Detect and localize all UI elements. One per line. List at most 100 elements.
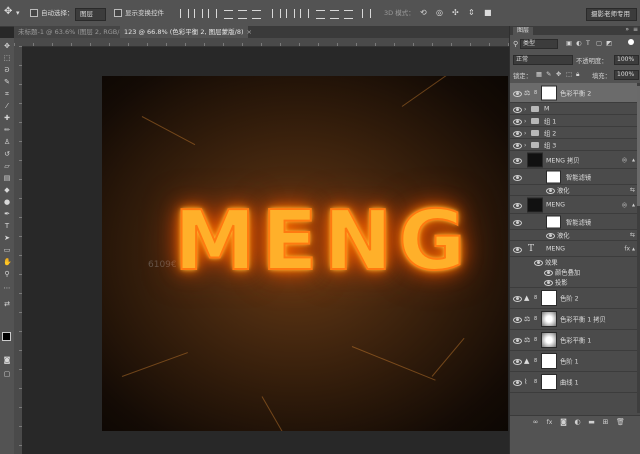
- move-tool-icon[interactable]: ✥: [4, 6, 12, 17]
- layer-row[interactable]: ▲ 8 色阶 1: [510, 351, 640, 372]
- quick-mask-icon[interactable]: ◙: [3, 356, 11, 364]
- layer-mask-thumbnail[interactable]: [541, 311, 557, 327]
- fill-field[interactable]: 100%: [614, 70, 639, 80]
- filter-pixel-icon[interactable]: ▣: [566, 40, 572, 47]
- hand-tool-icon[interactable]: ✋: [3, 258, 12, 266]
- collapse-arrow-icon[interactable]: ▴: [632, 156, 635, 163]
- visibility-eye-icon[interactable]: [513, 338, 522, 344]
- align-hcenter-icon[interactable]: [238, 10, 247, 19]
- filter-adjust-icon[interactable]: ◐: [576, 40, 582, 47]
- layer-row[interactable]: ⌇ 8 曲线 1: [510, 372, 640, 393]
- screen-mode-icon[interactable]: ▢: [3, 370, 11, 378]
- distribute-top-icon[interactable]: [272, 9, 281, 18]
- panel-title[interactable]: 图层: [513, 27, 534, 35]
- layer-row[interactable]: MENG ◎ ▴: [510, 196, 640, 214]
- lock-pixels-icon[interactable]: ▦: [536, 71, 542, 78]
- align-top-icon[interactable]: [180, 9, 189, 18]
- distribute-vcenter-icon[interactable]: [286, 9, 295, 18]
- layer-mask-thumbnail[interactable]: [541, 290, 557, 306]
- vertical-ruler[interactable]: [14, 46, 22, 454]
- effects-row[interactable]: 效果: [510, 257, 640, 267]
- visibility-eye-icon[interactable]: [513, 106, 522, 113]
- layer-mask-thumbnail[interactable]: [541, 332, 557, 348]
- layer-row[interactable]: ⚖ 8 色彩平衡 1 拷贝: [510, 309, 640, 330]
- filter-options-icon[interactable]: ⇆: [630, 232, 635, 239]
- distribute-right-icon[interactable]: [344, 10, 353, 19]
- pen-tool-icon[interactable]: ✒: [3, 210, 11, 218]
- layer-mask-thumbnail[interactable]: [541, 374, 557, 390]
- visibility-eye-icon[interactable]: [513, 157, 522, 164]
- visibility-eye-icon[interactable]: [513, 296, 522, 302]
- folder-icon[interactable]: ▬: [588, 419, 595, 426]
- effect-item-row[interactable]: 投影: [510, 277, 640, 288]
- align-left-icon[interactable]: [224, 10, 233, 19]
- visibility-eye-icon[interactable]: [513, 317, 522, 323]
- document-canvas[interactable]: 6109€ MENG: [102, 76, 508, 431]
- distribute-bottom-icon[interactable]: [300, 9, 309, 18]
- eraser-tool-icon[interactable]: ▱: [3, 162, 11, 170]
- visibility-eye-icon[interactable]: [544, 270, 553, 276]
- stamp-tool-icon[interactable]: ♙: [3, 138, 11, 146]
- layer-row[interactable]: T MENG fx ▴: [510, 241, 640, 257]
- collapse-arrow-icon[interactable]: ▴: [632, 201, 635, 208]
- foreground-color-swatch[interactable]: [2, 332, 11, 341]
- auto-align-icon[interactable]: [362, 9, 371, 18]
- lasso-tool-icon[interactable]: ᘐ: [3, 66, 11, 74]
- filter-kind-select[interactable]: 类型: [520, 39, 558, 49]
- quick-select-tool-icon[interactable]: ✎: [3, 78, 11, 86]
- adjustment-icon[interactable]: ◐: [574, 419, 581, 426]
- history-brush-tool-icon[interactable]: ↺: [3, 150, 11, 158]
- layer-group-row[interactable]: › 组 1: [510, 115, 640, 127]
- 3d-rotate-icon[interactable]: ⟲: [420, 7, 427, 18]
- layer-row[interactable]: ⚖ 8 色彩平衡 1: [510, 330, 640, 351]
- layer-row[interactable]: MENG 拷贝 ◎ ▴: [510, 151, 640, 169]
- fx-icon[interactable]: fx: [546, 419, 553, 426]
- visibility-eye-icon[interactable]: [546, 188, 555, 194]
- filter-mask-thumbnail[interactable]: [546, 170, 561, 183]
- new-layer-icon[interactable]: ⊞: [602, 419, 609, 426]
- filter-item-row[interactable]: 液化 ⇆: [510, 230, 640, 241]
- visibility-eye-icon[interactable]: [513, 246, 522, 253]
- checkbox-icon[interactable]: [114, 9, 122, 17]
- panel-menu-icon[interactable]: ≡: [633, 26, 638, 33]
- visibility-eye-icon[interactable]: [513, 359, 522, 365]
- smart-filter-row[interactable]: 智能滤镜: [510, 169, 640, 185]
- collapse-icon[interactable]: »: [625, 26, 629, 33]
- layer-group-row[interactable]: › 组 2: [510, 127, 640, 139]
- more-tools-icon[interactable]: ⋯: [3, 284, 11, 292]
- filter-mask-thumbnail[interactable]: [546, 215, 561, 228]
- close-icon[interactable]: ×: [247, 28, 252, 36]
- crop-tool-icon[interactable]: ⌗: [3, 90, 11, 98]
- blur-tool-icon[interactable]: ◆: [3, 186, 11, 194]
- mask-icon[interactable]: ◙: [560, 419, 567, 426]
- horizontal-ruler[interactable]: [14, 38, 509, 47]
- brush-tool-icon[interactable]: ✏: [3, 126, 11, 134]
- chevron-right-icon[interactable]: ›: [524, 130, 526, 137]
- visibility-eye-icon[interactable]: [544, 280, 553, 286]
- opacity-field[interactable]: 100%: [614, 55, 639, 65]
- visibility-eye-icon[interactable]: [513, 142, 522, 149]
- swap-colors-icon[interactable]: ⇄: [3, 300, 11, 308]
- shape-tool-icon[interactable]: ▭: [3, 246, 11, 254]
- layer-group-row[interactable]: › M: [510, 103, 640, 115]
- link-icon[interactable]: ∞: [532, 419, 539, 426]
- distribute-left-icon[interactable]: [316, 10, 325, 19]
- eyedropper-tool-icon[interactable]: ⁄: [3, 102, 11, 110]
- chevron-right-icon[interactable]: ›: [524, 106, 526, 113]
- 3d-scale-icon[interactable]: ■: [484, 7, 492, 18]
- move-tool-icon[interactable]: ✥: [3, 42, 11, 50]
- layer-mask-thumbnail[interactable]: [541, 85, 557, 100]
- visibility-eye-icon[interactable]: [513, 118, 522, 125]
- gradient-tool-icon[interactable]: ▤: [3, 174, 11, 182]
- visibility-eye-icon[interactable]: [513, 174, 522, 181]
- filter-item-row[interactable]: 液化 ⇆: [510, 185, 640, 196]
- lock-paint-icon[interactable]: ✎: [546, 71, 551, 78]
- type-tool-icon[interactable]: T: [3, 222, 11, 230]
- filter-type-icon[interactable]: T: [586, 40, 590, 47]
- dodge-tool-icon[interactable]: ●: [3, 198, 11, 206]
- healing-tool-icon[interactable]: ✚: [3, 114, 11, 122]
- align-vcenter-icon[interactable]: [194, 9, 203, 18]
- layer-thumbnail[interactable]: [527, 152, 543, 167]
- layer-thumbnail[interactable]: [527, 197, 543, 212]
- align-right-icon[interactable]: [252, 10, 261, 19]
